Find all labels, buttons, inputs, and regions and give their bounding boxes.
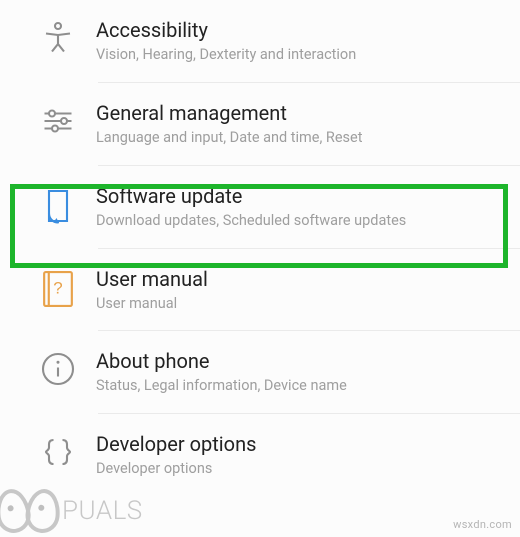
title-developer-options: Developer options — [96, 432, 500, 456]
watermark-text: PUALS — [62, 496, 143, 526]
accessibility-icon — [20, 18, 96, 56]
item-about-phone[interactable]: About phone Status, Legal information, D… — [0, 331, 520, 414]
subtitle-accessibility: Vision, Hearing, Dexterity and interacti… — [96, 46, 500, 65]
watermark-right: wsxdn.com — [453, 518, 512, 531]
title-user-manual: User manual — [96, 267, 500, 291]
item-software-update[interactable]: Software update Download updates, Schedu… — [0, 166, 520, 249]
item-general-management[interactable]: General management Language and input, D… — [0, 83, 520, 166]
svg-text:?: ? — [53, 278, 62, 297]
settings-list: Accessibility Vision, Hearing, Dexterity… — [0, 0, 520, 497]
subtitle-developer-options: Developer options — [96, 460, 500, 479]
braces-icon — [20, 432, 96, 470]
item-accessibility[interactable]: Accessibility Vision, Hearing, Dexterity… — [0, 0, 520, 83]
update-icon — [20, 184, 96, 226]
subtitle-general-management: Language and input, Date and time, Reset — [96, 129, 500, 148]
watermark-left: PUALS — [0, 489, 143, 533]
info-icon — [20, 349, 96, 387]
subtitle-software-update: Download updates, Scheduled software upd… — [96, 212, 500, 231]
title-general-management: General management — [96, 101, 500, 125]
title-software-update: Software update — [96, 184, 500, 208]
item-developer-options[interactable]: Developer options Developer options — [0, 414, 520, 497]
manual-icon: ? — [20, 267, 96, 309]
title-about-phone: About phone — [96, 349, 500, 373]
subtitle-user-manual: User manual — [96, 295, 500, 314]
subtitle-about-phone: Status, Legal information, Device name — [96, 377, 500, 396]
title-accessibility: Accessibility — [96, 18, 500, 42]
item-user-manual[interactable]: ? User manual User manual — [0, 249, 520, 332]
sliders-icon — [20, 101, 96, 139]
